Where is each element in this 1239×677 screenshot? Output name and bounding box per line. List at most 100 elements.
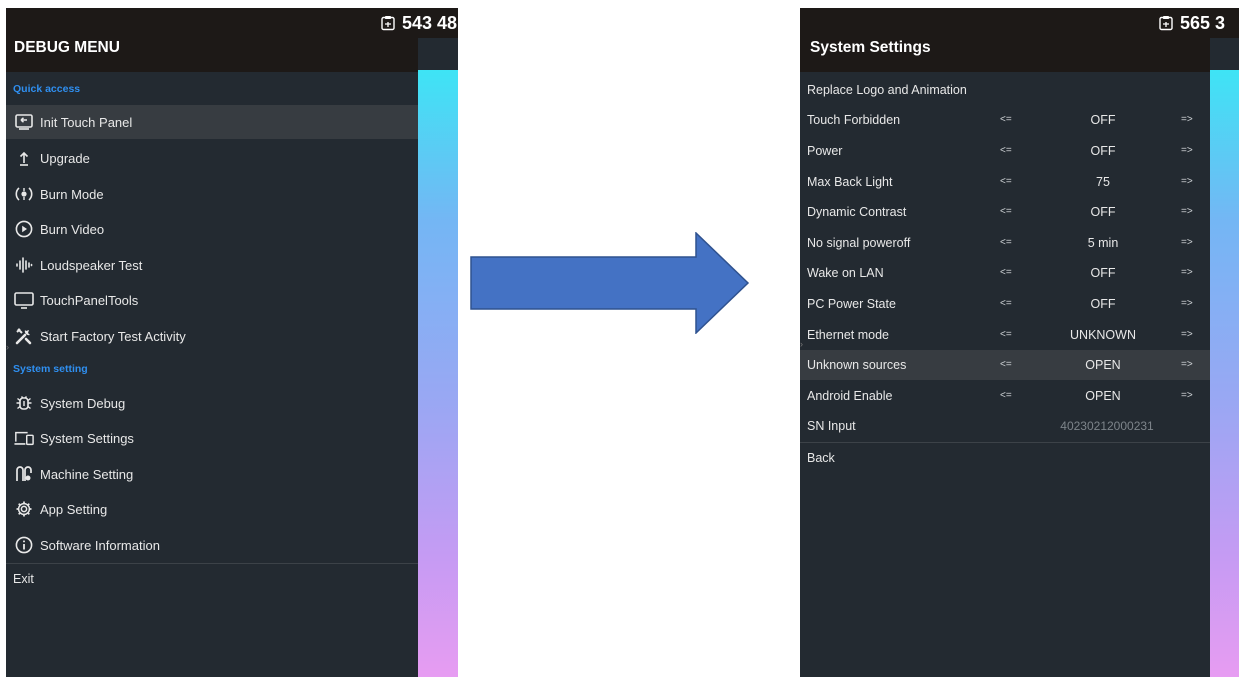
menu-item-system-debug[interactable]: System Debug: [6, 386, 418, 420]
increase-arrow[interactable]: =>: [1181, 206, 1193, 217]
increase-arrow[interactable]: =>: [1181, 267, 1193, 278]
divider: [800, 442, 1210, 443]
setting-label: Unknown sources: [807, 358, 907, 372]
setting-label: Ethernet mode: [807, 328, 889, 342]
setting-label: Android Enable: [807, 389, 893, 403]
increase-arrow[interactable]: =>: [1181, 145, 1193, 156]
setting-value: OPEN: [1085, 358, 1121, 372]
setting-label: No signal poweroff: [807, 236, 911, 250]
menu-item-burn-mode[interactable]: Burn Mode: [6, 177, 418, 211]
setting-row-ethernet-mode[interactable]: Ethernet mode <= UNKNOWN =>: [800, 320, 1210, 350]
menu-item-init-touch-panel[interactable]: Init Touch Panel: [6, 105, 418, 139]
increase-arrow[interactable]: =>: [1181, 329, 1193, 340]
setting-label: Wake on LAN: [807, 266, 884, 280]
setting-value: OFF: [1090, 113, 1116, 127]
menu-item-label: App Setting: [40, 501, 108, 517]
menu-item-software-information[interactable]: Software Information: [6, 528, 418, 562]
exit-button[interactable]: Exit: [13, 572, 34, 586]
counter-value: 565 3: [1180, 12, 1226, 33]
setting-label: Power: [807, 144, 843, 158]
system-settings-title: System Settings: [800, 8, 1210, 72]
section-system-setting: System setting: [13, 363, 88, 375]
setting-row-dynamic-contrast[interactable]: Dynamic Contrast <= OFF =>: [800, 197, 1210, 227]
clipboard-icon: [1159, 16, 1173, 31]
setting-label: Touch Forbidden: [807, 113, 901, 127]
setting-row-replace-logo[interactable]: Replace Logo and Animation: [800, 75, 1210, 105]
menu-item-label: Init Touch Panel: [40, 114, 133, 130]
touch-panel-icon: [14, 112, 34, 132]
increase-arrow[interactable]: =>: [1181, 359, 1193, 370]
setting-value: OFF: [1090, 266, 1116, 280]
menu-item-loudspeaker-test[interactable]: Loudspeaker Test: [6, 248, 418, 282]
setting-value: OFF: [1090, 205, 1116, 219]
setting-row-max-back-light[interactable]: Max Back Light <= 75 =>: [800, 167, 1210, 197]
setting-value: 5 min: [1087, 236, 1119, 250]
setting-value: OFF: [1090, 144, 1116, 158]
menu-item-system-settings[interactable]: System Settings: [6, 421, 418, 455]
decrease-arrow[interactable]: <=: [1000, 145, 1012, 156]
menu-item-touchpanel-tools[interactable]: TouchPanelTools: [6, 283, 418, 317]
setting-label: Dynamic Contrast: [807, 205, 907, 219]
decrease-arrow[interactable]: <=: [1000, 237, 1012, 248]
increase-arrow[interactable]: =>: [1181, 298, 1193, 309]
decrease-arrow[interactable]: <=: [1000, 390, 1012, 401]
play-circle-icon: [14, 219, 34, 239]
setting-label: Replace Logo and Animation: [807, 83, 967, 97]
system-settings-screen: System Settings 565 3 › Replace Logo and…: [800, 8, 1239, 677]
monitor-icon: [14, 290, 34, 310]
right-arrow-icon: [470, 232, 750, 334]
increase-arrow[interactable]: =>: [1181, 114, 1193, 125]
menu-item-upgrade[interactable]: Upgrade: [6, 141, 418, 175]
menu-item-machine-setting[interactable]: Machine Setting: [6, 457, 418, 491]
setting-row-no-signal-poweroff[interactable]: No signal poweroff <= 5 min =>: [800, 228, 1210, 258]
tools-icon: [14, 326, 34, 346]
increase-arrow[interactable]: =>: [1181, 176, 1193, 187]
increase-arrow[interactable]: =>: [1181, 390, 1193, 401]
decrease-arrow[interactable]: <=: [1000, 298, 1012, 309]
menu-item-start-factory-test[interactable]: Start Factory Test Activity: [6, 319, 418, 353]
setting-row-wake-on-lan[interactable]: Wake on LAN <= OFF =>: [800, 258, 1210, 288]
setting-label: PC Power State: [807, 297, 896, 311]
decrease-arrow[interactable]: <=: [1000, 267, 1012, 278]
setting-value: UNKNOWN: [1070, 328, 1136, 342]
menu-item-burn-video[interactable]: Burn Video: [6, 212, 418, 246]
section-quick-access: Quick access: [13, 83, 81, 95]
sn-input-field[interactable]: 40230212000231: [1032, 419, 1182, 433]
burn-mode-icon: [14, 184, 34, 204]
menu-item-label: Upgrade: [40, 150, 90, 166]
gear-icon: [14, 499, 34, 519]
setting-value: OPEN: [1085, 389, 1121, 403]
counter-value: 543 48: [402, 12, 458, 33]
setting-row-power[interactable]: Power <= OFF =>: [800, 136, 1210, 166]
setting-row-pc-power-state[interactable]: PC Power State <= OFF =>: [800, 289, 1210, 319]
decrease-arrow[interactable]: <=: [1000, 114, 1012, 125]
menu-item-label: Software Information: [40, 537, 160, 553]
decrease-arrow[interactable]: <=: [1000, 329, 1012, 340]
setting-value: 75: [1096, 175, 1110, 189]
devices-icon: [14, 428, 34, 448]
menu-item-label: Machine Setting: [40, 466, 134, 482]
machine-icon: [14, 464, 34, 484]
increase-arrow[interactable]: =>: [1181, 237, 1193, 248]
menu-item-label: Burn Mode: [40, 186, 104, 202]
bug-icon: [14, 393, 34, 413]
clipboard-icon: [381, 16, 395, 31]
setting-label: SN Input: [807, 419, 856, 433]
setting-row-touch-forbidden[interactable]: Touch Forbidden <= OFF =>: [800, 105, 1210, 135]
setting-row-unknown-sources[interactable]: Unknown sources <= OPEN =>: [800, 350, 1210, 380]
menu-item-app-setting[interactable]: App Setting: [6, 492, 418, 526]
setting-row-android-enable[interactable]: Android Enable <= OPEN =>: [800, 381, 1210, 411]
info-icon: [14, 535, 34, 555]
setting-row-sn-input[interactable]: SN Input 40230212000231: [800, 411, 1210, 441]
menu-item-label: Start Factory Test Activity: [40, 328, 186, 344]
decrease-arrow[interactable]: <=: [1000, 359, 1012, 370]
back-button[interactable]: Back: [807, 451, 835, 465]
audio-wave-icon: [14, 255, 34, 275]
decrease-arrow[interactable]: <=: [1000, 206, 1012, 217]
decrease-arrow[interactable]: <=: [1000, 176, 1012, 187]
debug-menu-screen: DEBUG MENU 543 48 › Quick access Init To…: [6, 8, 458, 677]
background-gradient: [418, 70, 458, 677]
setting-value: OFF: [1090, 297, 1116, 311]
divider: [6, 563, 418, 564]
counter-badge: 565 3: [1152, 8, 1239, 38]
